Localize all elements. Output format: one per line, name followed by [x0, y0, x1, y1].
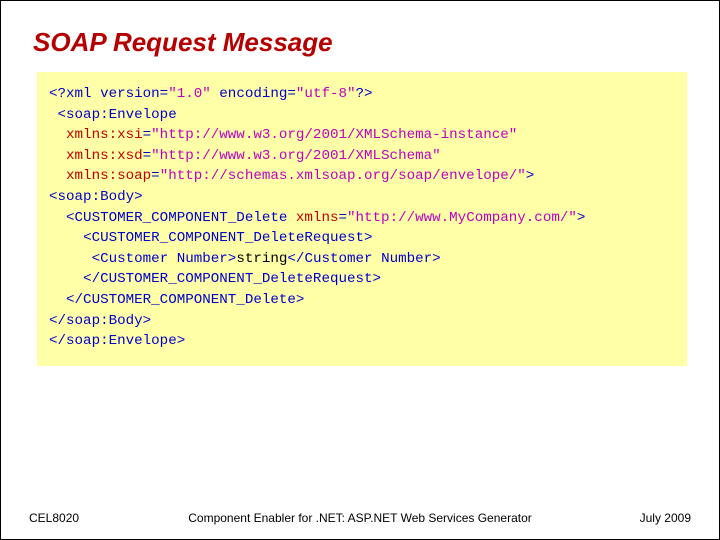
t	[49, 107, 58, 123]
t: string	[236, 251, 287, 267]
t: >	[577, 210, 586, 226]
t: encoding=	[211, 86, 296, 102]
t: xmlns:xsd	[66, 148, 143, 164]
t	[49, 292, 66, 308]
t: =	[143, 148, 152, 164]
t: "http://www.MyCompany.com/"	[347, 210, 577, 226]
t: "http://www.w3.org/2001/XMLSchema-instan…	[151, 127, 517, 143]
t: </soap:Envelope>	[49, 333, 185, 349]
footer-center: Component Enabler for .NET: ASP.NET Web …	[29, 511, 691, 525]
t: =	[338, 210, 347, 226]
slide-title: SOAP Request Message	[33, 27, 691, 58]
t: "http://www.w3.org/2001/XMLSchema"	[151, 148, 440, 164]
t: </CUSTOMER_COMPONENT_DeleteRequest>	[83, 271, 381, 287]
t: <?xml version=	[49, 86, 168, 102]
t: "utf-8"	[296, 86, 356, 102]
t: "http://schemas.xmlsoap.org/soap/envelop…	[160, 168, 526, 184]
footer-right: July 2009	[640, 511, 691, 525]
t	[49, 127, 66, 143]
t: </soap:Body>	[49, 313, 151, 329]
t	[49, 148, 66, 164]
t: <CUSTOMER_COMPONENT_DeleteRequest>	[83, 230, 372, 246]
t: xmlns	[296, 210, 339, 226]
code-block: <?xml version="1.0" encoding="utf-8"?> <…	[37, 72, 687, 366]
t	[49, 210, 66, 226]
footer-left: CEL8020	[29, 511, 79, 525]
t	[49, 251, 92, 267]
t: <Customer Number>	[92, 251, 237, 267]
t	[49, 168, 66, 184]
t: xmlns:xsi	[66, 127, 143, 143]
t	[49, 271, 83, 287]
t: =	[151, 168, 160, 184]
t: <soap:Envelope	[58, 107, 177, 123]
t: <soap:Body>	[49, 189, 143, 205]
t: </CUSTOMER_COMPONENT_Delete>	[66, 292, 304, 308]
footer: CEL8020 Component Enabler for .NET: ASP.…	[29, 511, 691, 525]
t: <CUSTOMER_COMPONENT_Delete	[66, 210, 296, 226]
t: =	[143, 127, 152, 143]
t: >	[526, 168, 535, 184]
t: xmlns:soap	[66, 168, 151, 184]
t: </Customer Number>	[287, 251, 440, 267]
t: "1.0"	[168, 86, 211, 102]
t: ?>	[356, 86, 373, 102]
t	[49, 230, 83, 246]
slide: SOAP Request Message <?xml version="1.0"…	[0, 0, 720, 540]
